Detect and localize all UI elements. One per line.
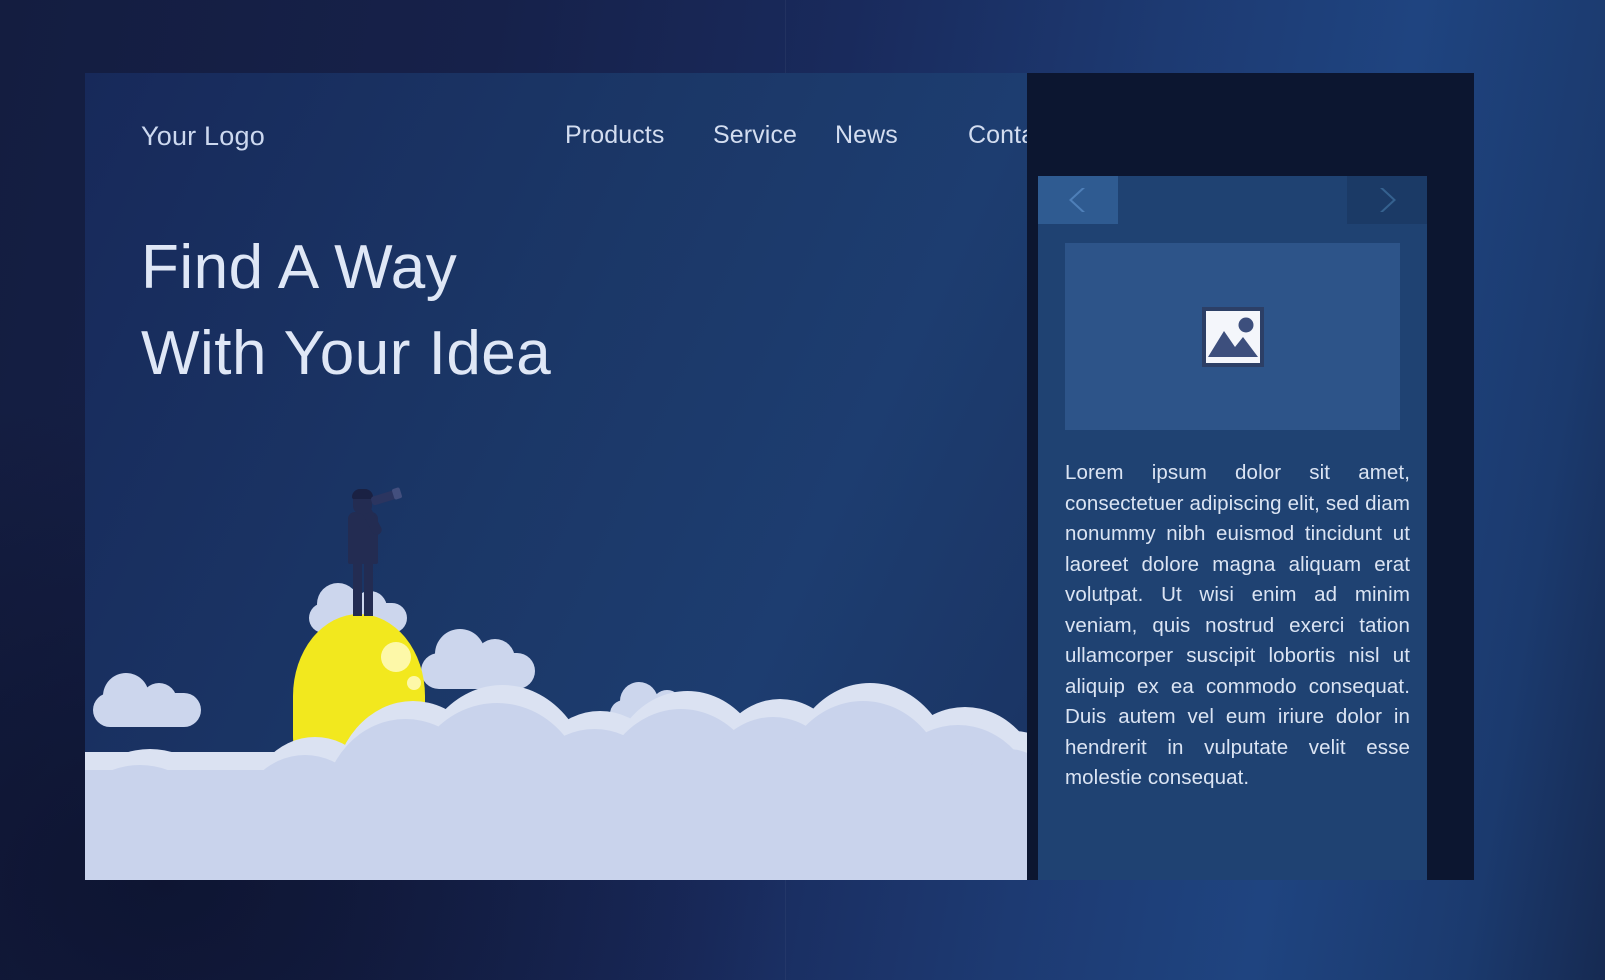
nav-link-news[interactable]: News (835, 121, 898, 150)
nav-link-service[interactable]: Service (713, 121, 797, 150)
figure-legs-2 (364, 558, 373, 616)
carousel-next-button[interactable] (1347, 176, 1427, 224)
top-navigation: Your Logo Products Service News Contacts (85, 73, 1027, 193)
carousel-panel: Lorem ipsum dolor sit amet, consectetuer… (1038, 176, 1427, 880)
businessman-figure (337, 480, 403, 616)
carousel-body-text: Lorem ipsum dolor sit amet, consectetuer… (1065, 461, 1410, 789)
hero-headline: Find A Way With Your Idea (141, 225, 551, 397)
figure-legs (353, 558, 362, 616)
page-card: Your Logo Products Service News Contacts… (85, 73, 1474, 880)
headline-line-1: Find A Way (141, 233, 458, 302)
cloud-bank-front-layer (85, 770, 1027, 880)
carousel-prev-button[interactable] (1038, 176, 1118, 224)
chevron-left-icon (1069, 188, 1085, 212)
figure-hair (352, 489, 373, 499)
hero-section: Your Logo Products Service News Contacts… (85, 73, 1027, 880)
hero-illustration (85, 73, 1027, 880)
headline-line-2: With Your Idea (141, 319, 552, 388)
carousel-thumbnail[interactable] (1065, 243, 1400, 430)
cloud-bank (85, 665, 1027, 880)
image-placeholder-icon (1201, 306, 1264, 367)
landing-page-mockup: Your Logo Products Service News Contacts… (0, 0, 1605, 980)
nav-link-products[interactable]: Products (565, 121, 664, 150)
site-logo[interactable]: Your Logo (141, 121, 265, 152)
nav-link-contacts[interactable]: Contacts (968, 121, 1027, 150)
chevron-right-icon (1380, 188, 1396, 212)
